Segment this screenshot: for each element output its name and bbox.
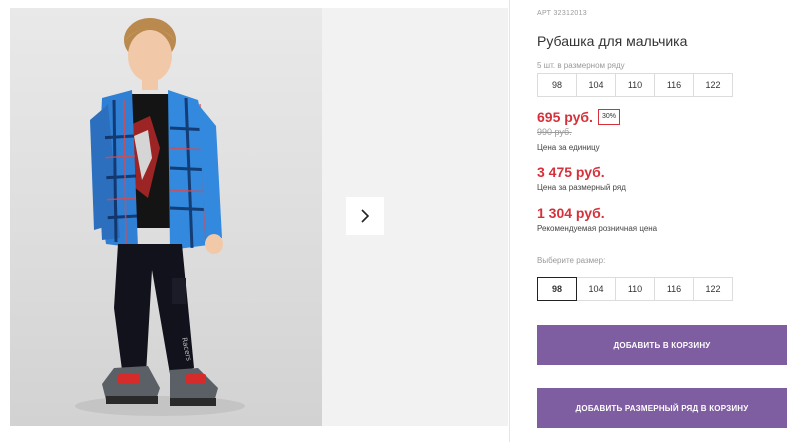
size-option-110[interactable]: 110 bbox=[615, 277, 655, 301]
old-price: 990 руб. bbox=[537, 127, 572, 137]
rrp-price: 1 304 руб. bbox=[537, 205, 605, 221]
set-price-label: Цена за размерный ряд bbox=[537, 183, 626, 192]
size-option-122[interactable]: 122 bbox=[693, 277, 733, 301]
rrp-label: Рекомендуемая розничная цена bbox=[537, 224, 658, 233]
product-title: Рубашка для мальчика bbox=[537, 33, 688, 49]
add-set-to-cart-button[interactable]: ДОБАВИТЬ РАЗМЕРНЫЙ РЯД В КОРЗИНУ bbox=[537, 388, 787, 428]
article-number: АРТ 32312013 bbox=[537, 10, 587, 17]
set-size-116: 116 bbox=[654, 73, 694, 97]
choose-size-label: Выберите размер: bbox=[537, 256, 606, 265]
set-size-110: 110 bbox=[615, 73, 655, 97]
set-note: 5 шт. в размерном ряду bbox=[537, 61, 625, 70]
gallery-next-button[interactable] bbox=[346, 197, 384, 235]
price-row: 695 руб. 30% bbox=[537, 109, 620, 125]
product-photo: Racers bbox=[10, 8, 322, 426]
set-size-98: 98 bbox=[537, 73, 577, 97]
unit-price-label: Цена за единицу bbox=[537, 143, 600, 152]
set-size-104: 104 bbox=[576, 73, 616, 97]
set-size-122: 122 bbox=[693, 73, 733, 97]
size-option-104[interactable]: 104 bbox=[576, 277, 616, 301]
size-selector: 98 104 110 116 122 bbox=[537, 277, 733, 301]
size-option-116[interactable]: 116 bbox=[654, 277, 694, 301]
set-sizes-list: 98 104 110 116 122 bbox=[537, 73, 733, 97]
chevron-right-icon bbox=[361, 209, 370, 223]
set-price: 3 475 руб. bbox=[537, 164, 605, 180]
unit-price: 695 руб. bbox=[537, 109, 593, 125]
discount-badge: 30% bbox=[597, 109, 620, 125]
panel-divider bbox=[509, 0, 510, 442]
boy-illustration: Racers bbox=[75, 18, 245, 416]
add-to-cart-button[interactable]: ДОБАВИТЬ В КОРЗИНУ bbox=[537, 325, 787, 365]
size-option-98[interactable]: 98 bbox=[537, 277, 577, 301]
